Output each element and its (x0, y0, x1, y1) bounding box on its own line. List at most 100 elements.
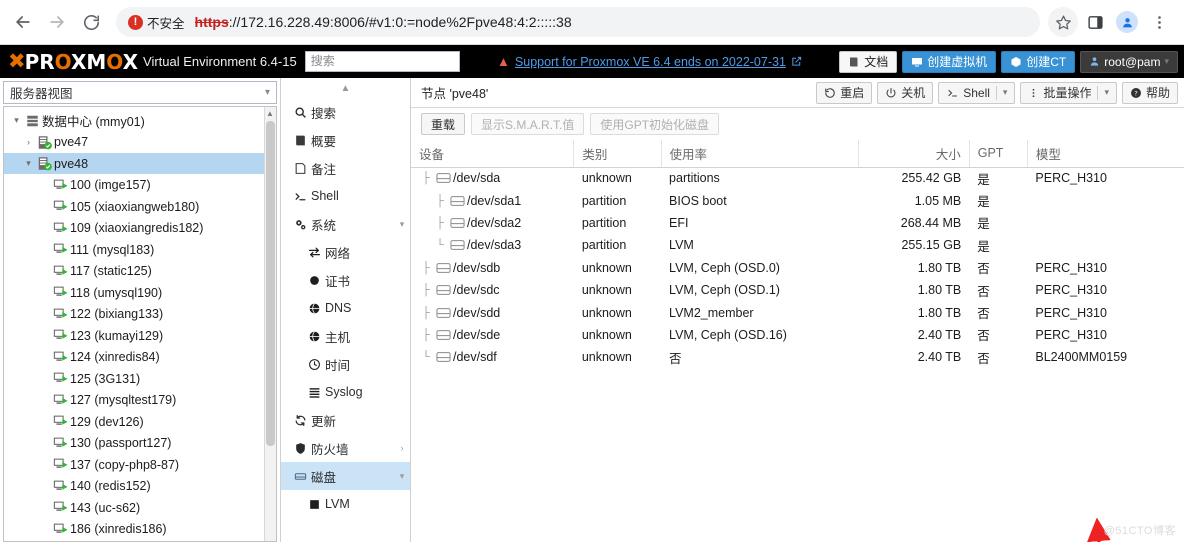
nav-item-refresh[interactable]: 更新 (281, 406, 410, 434)
tree-branch-glyph: └ (422, 351, 430, 364)
reload-button[interactable] (76, 7, 106, 37)
nav-item-dns-globe[interactable]: DNS (281, 294, 410, 322)
create-ct-button[interactable]: 创建CT (1001, 50, 1076, 73)
shell-icon (289, 190, 311, 203)
nav-item-shell[interactable]: Shell (281, 182, 410, 210)
insecure-indicator[interactable]: ! 不安全 (128, 13, 185, 32)
nav-item-summary[interactable]: 概要 (281, 126, 410, 154)
side-panel-button[interactable] (1080, 7, 1110, 37)
tree-item-122[interactable]: 122 (bixiang133) (4, 303, 276, 325)
tree-item-137[interactable]: 137 (copy-php8-87) (4, 454, 276, 476)
chevron-down-icon[interactable]: ▾ (394, 219, 410, 230)
tree-item-label: 124 (xinredis84) (70, 350, 160, 365)
chevron-down-icon[interactable]: ▾ (1003, 87, 1008, 98)
tree-expander-icon[interactable]: ▾ (22, 158, 35, 169)
nav-item-shield[interactable]: 防火墙 › (281, 434, 410, 462)
table-row[interactable]: ├ /dev/sda1 partition BIOS boot 1.05 MB 是 (411, 189, 1184, 211)
nav-item-search[interactable]: 搜索 (281, 98, 410, 126)
column-header-0[interactable]: 设备 (411, 140, 575, 168)
create-vm-button[interactable]: 创建虚拟机 (902, 50, 997, 73)
disk-icon (294, 472, 306, 480)
shutdown-button[interactable]: 关机 (877, 81, 934, 104)
docs-button[interactable]: 文档 (839, 50, 898, 73)
table-row[interactable]: ├ /dev/sda2 partition EFI 268.44 MB 是 (411, 212, 1184, 234)
table-row[interactable]: ├ /dev/sde unknown LVM, Ceph (OSD.16) 2.40 T… (411, 324, 1184, 346)
tree-item-row0[interactable]: ▾ 数据中心 (mmy01) (4, 110, 276, 132)
disk-icon (289, 470, 311, 483)
nav-item-network[interactable]: 网络 (281, 238, 410, 266)
nav-item-label: 防火墙 (311, 442, 349, 457)
side-panel-icon (1087, 15, 1103, 29)
chevron-down-icon[interactable]: ▾ (394, 471, 410, 482)
nav-item-certificate[interactable]: 证书 (281, 266, 410, 294)
tree-expander-icon[interactable]: ▾ (10, 115, 23, 126)
show-smart-button[interactable]: 显示S.M.A.R.T.值 (471, 113, 585, 135)
nav-item-syslog-list[interactable]: Syslog (281, 378, 410, 406)
search-input[interactable]: 搜索 (304, 51, 460, 72)
column-header-4[interactable]: GPT (969, 140, 1028, 168)
disk-row-icon (435, 352, 451, 363)
profile-button[interactable] (1112, 7, 1142, 37)
tree-scrollbar[interactable]: ▲ (264, 106, 276, 541)
table-body: ├ /dev/sda unknown partitions 255.42 GB 是 PERC… (411, 167, 1184, 369)
tree-item-109[interactable]: 109 (xiaoxiangredis182) (4, 217, 276, 239)
support-notice-link[interactable]: Support for Proxmox VE 6.4 ends on 2022-… (515, 55, 786, 69)
table-row[interactable]: ├ /dev/sdd unknown LVM2_member 1.80 TB 否 PERC_… (411, 301, 1184, 323)
bookmark-button[interactable] (1048, 7, 1078, 37)
proxmox-logo[interactable]: ✖ PROXMOX (8, 51, 138, 72)
table-row[interactable]: ├ /dev/sdc unknown LVM, Ceph (OSD.1) 1.80 TB… (411, 279, 1184, 301)
tree-scrollbar-thumb[interactable] (266, 120, 275, 446)
tree-item-117[interactable]: 117 (static125) (4, 260, 276, 282)
nav-collapse-toggle[interactable]: ▲ (281, 78, 410, 98)
back-button[interactable] (8, 7, 38, 37)
tree-item-100[interactable]: 100 (imge157) (4, 174, 276, 196)
address-bar[interactable]: ! 不安全 https://172.16.228.49:8006/#v1:0:=… (116, 7, 1040, 37)
init-gpt-button[interactable]: 使用GPT初始化磁盘 (590, 113, 720, 135)
tree-item-pve47[interactable]: › pve47 (4, 131, 276, 153)
reload-disks-button[interactable]: 重载 (421, 113, 466, 135)
nav-item-lvm-square[interactable]: LVM (281, 490, 410, 518)
table-row[interactable]: └ /dev/sda3 partition LVM 255.15 GB 是 (411, 234, 1184, 256)
tree-item-186[interactable]: 186 (xinredis186) (4, 518, 276, 540)
shell-button[interactable]: Shell ▾ (938, 81, 1016, 104)
table-row[interactable]: ├ /dev/sda unknown partitions 255.42 GB 是 PERC… (411, 167, 1184, 189)
nav-item-notes[interactable]: 备注 (281, 154, 410, 182)
column-header-1[interactable]: 类别 (573, 140, 662, 168)
nav-item-system-gears[interactable]: 系统 ▾ (281, 210, 410, 238)
tree-item-111[interactable]: 111 (mysql183) (4, 239, 276, 261)
tree-item-124[interactable]: 124 (xinredis84) (4, 346, 276, 368)
forward-button[interactable] (42, 7, 72, 37)
table-row[interactable]: └/dev/sdfunknown否2.40 TB否BL2400MM0159500… (411, 346, 1184, 368)
usage-cell: LVM, Ceph (OSD.16) (669, 327, 787, 342)
tree-item-143[interactable]: 143 (uc-s62) (4, 497, 276, 519)
nav-item-host-globe[interactable]: 主机 (281, 322, 410, 350)
user-menu-button[interactable]: root@pam ▾ (1080, 50, 1178, 73)
bulk-actions-button[interactable]: 批量操作 ▾ (1020, 81, 1117, 104)
tree-item-130[interactable]: 130 (passport127) (4, 432, 276, 454)
tree-item-129[interactable]: 129 (dev126) (4, 411, 276, 433)
table-row[interactable]: ├ /dev/sdb unknown LVM, Ceph (OSD.0) 1.80 TB… (411, 257, 1184, 279)
nav-item-disk[interactable]: 磁盘 ▾ (281, 462, 410, 490)
column-header-2[interactable]: 使用率 (661, 140, 860, 168)
chevron-down-icon[interactable]: ▾ (1104, 87, 1109, 98)
column-header-3[interactable]: 大小 (858, 140, 970, 168)
tree-expander-icon[interactable]: › (22, 137, 35, 147)
scroll-up-arrow-icon[interactable]: ▲ (265, 108, 275, 120)
tree-item-125[interactable]: 125 (3G131) (4, 368, 276, 390)
tree-item-127[interactable]: 127 (mysqltest179) (4, 389, 276, 411)
tree-item-140[interactable]: 140 (redis152) (4, 475, 276, 497)
browser-menu-button[interactable] (1144, 7, 1174, 37)
view-selector-dropdown[interactable]: 服务器视图 ▾ (3, 81, 277, 104)
tree-item-118[interactable]: 118 (umysql190) (4, 282, 276, 304)
tree-item-105[interactable]: 105 (xiaoxiangweb180) (4, 196, 276, 218)
support-notice[interactable]: ▲ Support for Proxmox VE 6.4 ends on 202… (460, 55, 840, 69)
nav-item-clock[interactable]: 时间 (281, 350, 410, 378)
chevron-right-icon[interactable]: › (394, 443, 410, 453)
tree-item-pve48[interactable]: ▾ pve48 (4, 152, 276, 175)
column-header-5[interactable]: 模型 (1027, 140, 1184, 168)
nav-item-label: 概要 (311, 134, 337, 149)
tree-item-label: 137 (copy-php8-87) (70, 457, 180, 472)
tree-item-123[interactable]: 123 (kumayi129) (4, 325, 276, 347)
help-button[interactable]: ? 帮助 (1121, 81, 1178, 104)
restart-button[interactable]: 重启 (816, 81, 873, 104)
